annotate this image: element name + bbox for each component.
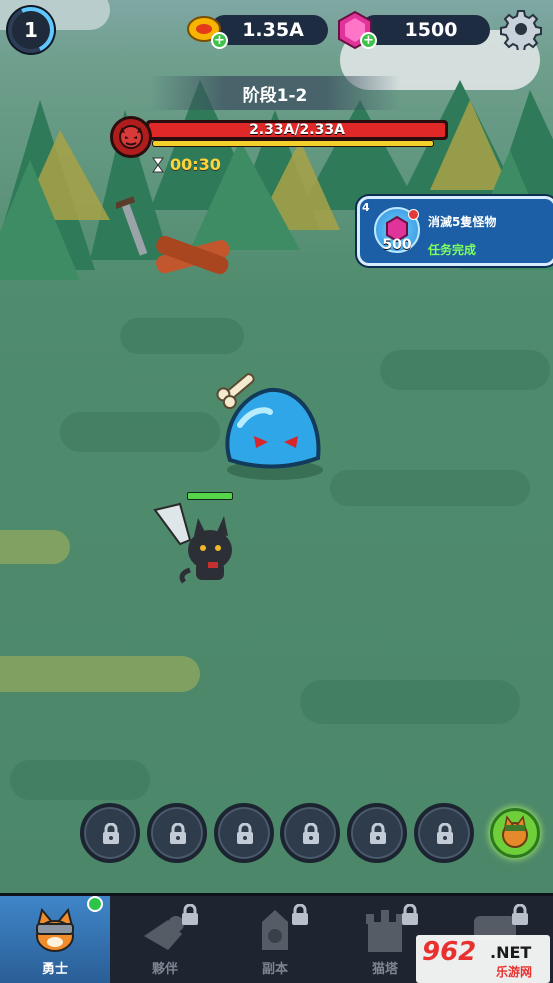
locked-skill-slot[interactable] bbox=[280, 803, 340, 863]
locked-skill-slot[interactable] bbox=[214, 803, 274, 863]
lock-icon bbox=[437, 823, 453, 844]
grass-patch bbox=[330, 470, 530, 506]
quest-card[interactable]: 4 500 消滅5隻怪物 任务完成 bbox=[357, 196, 553, 266]
bottom-navigation: 勇士 夥伴 副本 猫塔 962 .NET 乐游网 bbox=[0, 893, 553, 983]
gold-amount: 1.35A bbox=[242, 19, 304, 41]
watermark-sub: 乐游网 bbox=[496, 965, 533, 979]
nav-label: 勇士 bbox=[41, 962, 68, 977]
watermark-main: 962 bbox=[422, 937, 477, 967]
quest-number: 4 bbox=[362, 201, 370, 214]
nav-tab-warrior[interactable]: 勇士 bbox=[0, 896, 110, 983]
cat-hero-skill-icon bbox=[502, 815, 528, 848]
gem-amount: 1500 bbox=[404, 19, 458, 41]
player-level-number: 1 bbox=[24, 18, 38, 42]
locked-skill-slot[interactable] bbox=[414, 803, 474, 863]
stage-title: 阶段1-2 bbox=[150, 76, 400, 110]
player-level-badge[interactable]: 1 bbox=[1, 0, 61, 60]
new-indicator-dot bbox=[87, 896, 103, 912]
timer-text: 00:30 bbox=[170, 155, 221, 174]
lock-icon bbox=[237, 823, 253, 844]
lock-icon bbox=[170, 823, 186, 844]
demon-skull-icon bbox=[110, 116, 152, 158]
player-hp-bar bbox=[187, 492, 233, 500]
black-cat-warrior[interactable] bbox=[150, 500, 250, 590]
site-watermark: 962 .NET 乐游网 bbox=[416, 935, 550, 983]
dirt-path bbox=[0, 530, 70, 564]
stage-name: 阶段1-2 bbox=[242, 85, 308, 106]
active-skill-button[interactable] bbox=[490, 808, 540, 858]
settings-gear-icon[interactable] bbox=[500, 8, 542, 50]
locked-skill-slot[interactable] bbox=[347, 803, 407, 863]
lock-icon bbox=[512, 904, 528, 925]
quest-status: 任务完成 bbox=[428, 243, 477, 257]
watermark-net: .NET bbox=[490, 943, 532, 962]
cat-warrior-icon bbox=[36, 907, 74, 952]
add-gold-button[interactable]: + bbox=[211, 32, 228, 49]
locked-skill-slot[interactable] bbox=[147, 803, 207, 863]
quest-notification-dot bbox=[408, 209, 419, 220]
stuck-sword bbox=[116, 196, 148, 256]
locked-skill-slot[interactable] bbox=[80, 803, 140, 863]
grass-patch bbox=[10, 760, 150, 800]
boss-health: 2.33A/2.33A bbox=[110, 116, 450, 158]
lock-icon bbox=[370, 823, 386, 844]
lock-icon bbox=[303, 823, 319, 844]
boss-shield-bar bbox=[152, 140, 434, 147]
hourglass-icon bbox=[152, 157, 164, 172]
lock-icon bbox=[402, 904, 418, 925]
add-gem-button[interactable]: + bbox=[360, 32, 377, 49]
grass-patch bbox=[60, 412, 220, 452]
quest-title: 消滅5隻怪物 bbox=[428, 215, 497, 229]
lock-icon bbox=[292, 904, 308, 925]
quest-reward-amount: 500 bbox=[382, 237, 412, 253]
lock-icon bbox=[103, 823, 119, 844]
grass-patch bbox=[120, 318, 244, 354]
lock-icon bbox=[182, 904, 198, 925]
dirt-path bbox=[0, 656, 200, 692]
grass-patch bbox=[380, 350, 550, 390]
boss-hp-text: 2.33A/2.33A bbox=[249, 122, 345, 138]
boss-hp-bar: 2.33A/2.33A bbox=[146, 120, 448, 140]
gem-counter[interactable]: 1500 bbox=[360, 15, 490, 45]
campfire-logs bbox=[156, 236, 230, 275]
stage-timer: 00:30 bbox=[152, 155, 221, 174]
nav-tab-companion[interactable]: 夥伴 bbox=[110, 896, 220, 983]
grass-patch bbox=[300, 680, 520, 724]
nav-tab-dungeon[interactable]: 副本 bbox=[220, 896, 330, 983]
blue-slime-enemy[interactable] bbox=[210, 370, 340, 490]
nav-label: 副本 bbox=[261, 962, 288, 977]
nav-label: 夥伴 bbox=[151, 962, 178, 977]
